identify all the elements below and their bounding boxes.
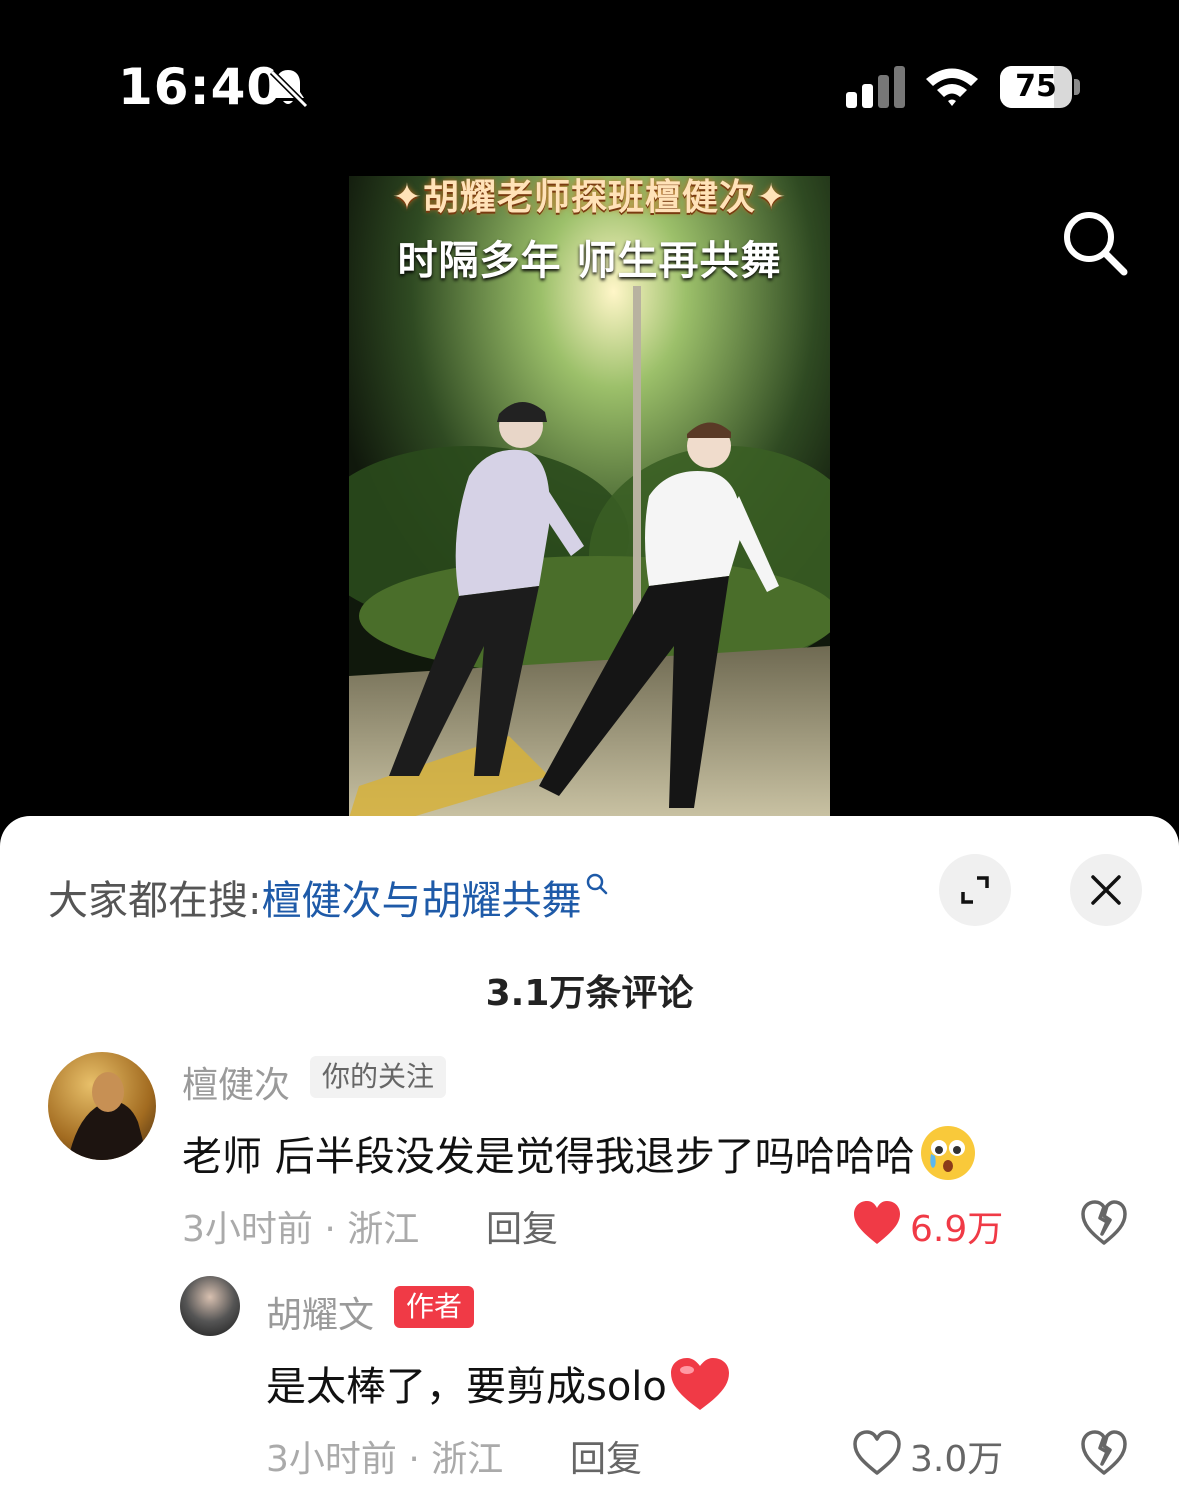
video-player[interactable]: ✦胡耀老师探班檀健次✦ 时隔多年 师生再共舞 xyxy=(349,176,830,818)
dislike-icon[interactable] xyxy=(1080,1200,1128,1246)
video-title: ✦胡耀老师探班檀健次✦ xyxy=(391,177,788,218)
avatar[interactable] xyxy=(48,1052,156,1160)
close-icon xyxy=(1091,875,1121,905)
battery-icon: 75 xyxy=(1000,66,1080,108)
close-button[interactable] xyxy=(1070,854,1142,926)
search-icon xyxy=(587,873,608,895)
comment-text: 老师 后半段没发是觉得我退步了吗哈哈哈 xyxy=(182,1124,977,1182)
heart-icon[interactable] xyxy=(852,1430,902,1476)
hot-search-prefix: 大家都在搜: xyxy=(48,878,262,924)
comment-meta: 3小时前 · 浙江 xyxy=(266,1439,504,1480)
search-icon[interactable] xyxy=(1058,206,1130,278)
hot-search[interactable]: 大家都在搜:檀健次与胡耀共舞 xyxy=(48,868,609,926)
expand-button[interactable] xyxy=(939,854,1011,926)
comment-text-content: 是太棒了，要剪成solo xyxy=(266,1364,667,1410)
comment-username[interactable]: 檀健次 xyxy=(182,1056,290,1108)
avatar[interactable] xyxy=(180,1276,240,1336)
dislike-icon[interactable] xyxy=(1080,1430,1128,1476)
expand-icon xyxy=(961,876,989,904)
battery-percent: 75 xyxy=(1015,69,1057,104)
like-count: 3.0万 xyxy=(910,1439,1004,1480)
wifi-icon xyxy=(926,68,978,106)
comment-count: 3.1万条评论 xyxy=(485,973,694,1014)
comment-meta: 3小时前 · 浙江 xyxy=(182,1209,420,1250)
signal-icon xyxy=(846,66,905,108)
video-subtitle: 时隔多年 师生再共舞 xyxy=(397,238,782,284)
reply-button[interactable]: 回复 xyxy=(486,1200,558,1252)
author-badge: 作者 xyxy=(394,1286,475,1328)
bell-off-icon xyxy=(269,69,309,109)
crying-face-icon xyxy=(920,1126,975,1180)
like-count: 6.9万 xyxy=(910,1209,1004,1250)
comment-text: 是太棒了，要剪成solo xyxy=(266,1354,731,1412)
avatar-image xyxy=(68,1072,148,1160)
heart-icon[interactable] xyxy=(852,1200,902,1246)
comment-text-content: 老师 后半段没发是觉得我退步了吗哈哈哈 xyxy=(182,1134,915,1180)
comment-panel: 大家都在搜:檀健次与胡耀共舞 3.1万条评论 檀健次 你的关注 老师 后半段没发… xyxy=(0,816,1179,1510)
status-time: 16:40 xyxy=(118,58,283,116)
comment-username[interactable]: 胡耀文 xyxy=(266,1286,374,1338)
heart-emoji-icon xyxy=(670,1358,729,1410)
reply-button[interactable]: 回复 xyxy=(570,1430,642,1482)
hot-search-term[interactable]: 檀健次与胡耀共舞 xyxy=(261,878,581,924)
following-badge: 你的关注 xyxy=(310,1056,447,1098)
